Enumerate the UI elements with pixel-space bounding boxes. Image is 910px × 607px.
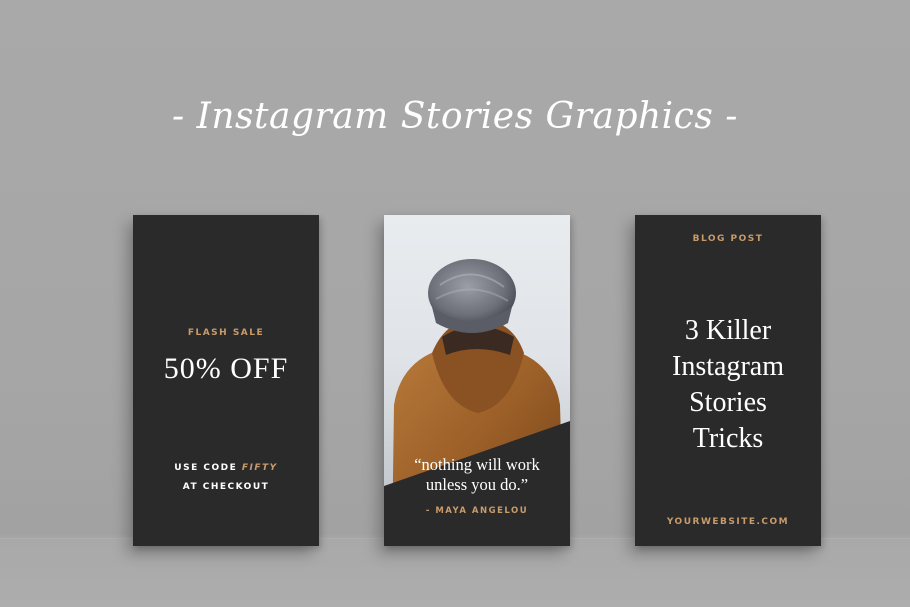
- sale-code-line: USE CODE FIFTY AT CHECKOUT: [133, 459, 319, 497]
- quote-author: - MAYA ANGELOU: [425, 506, 529, 516]
- quote-line-2: unless you do.”: [425, 475, 529, 494]
- blog-title-line-3: Stories: [689, 387, 767, 418]
- quote-line-1: “nothing will work: [414, 455, 540, 474]
- blog-title-line-4: Tricks: [692, 423, 764, 454]
- page-title: - Instagram Stories Graphics -: [172, 96, 738, 137]
- story-card-quote: “nothing will work unless you do.” - MAY…: [384, 215, 570, 546]
- quote-text: “nothing will work unless you do.”: [384, 455, 570, 495]
- sale-offer: 50% OFF: [163, 352, 289, 385]
- photo-person-in-beanie: [384, 215, 570, 546]
- blog-title-line-2: Instagram: [672, 351, 784, 382]
- sale-code-suffix: AT CHECKOUT: [182, 482, 270, 492]
- sale-label: FLASH SALE: [187, 328, 265, 338]
- photo-illustration: [384, 259, 570, 546]
- blog-title-line-1: 3 Killer: [684, 315, 772, 346]
- sale-code: FIFTY: [241, 463, 278, 473]
- blog-title: 3 Killer Instagram Stories Tricks: [635, 313, 821, 457]
- blog-label: BLOG POST: [692, 234, 764, 244]
- story-card-flash-sale: FLASH SALE 50% OFF USE CODE FIFTY AT CHE…: [133, 215, 319, 546]
- story-card-blog-post: BLOG POST 3 Killer Instagram Stories Tri…: [635, 215, 821, 546]
- sale-code-prefix: USE CODE: [174, 463, 238, 473]
- sale-code-row: USE CODE FIFTY: [133, 459, 319, 478]
- blog-website: YOURWEBSITE.COM: [666, 517, 790, 527]
